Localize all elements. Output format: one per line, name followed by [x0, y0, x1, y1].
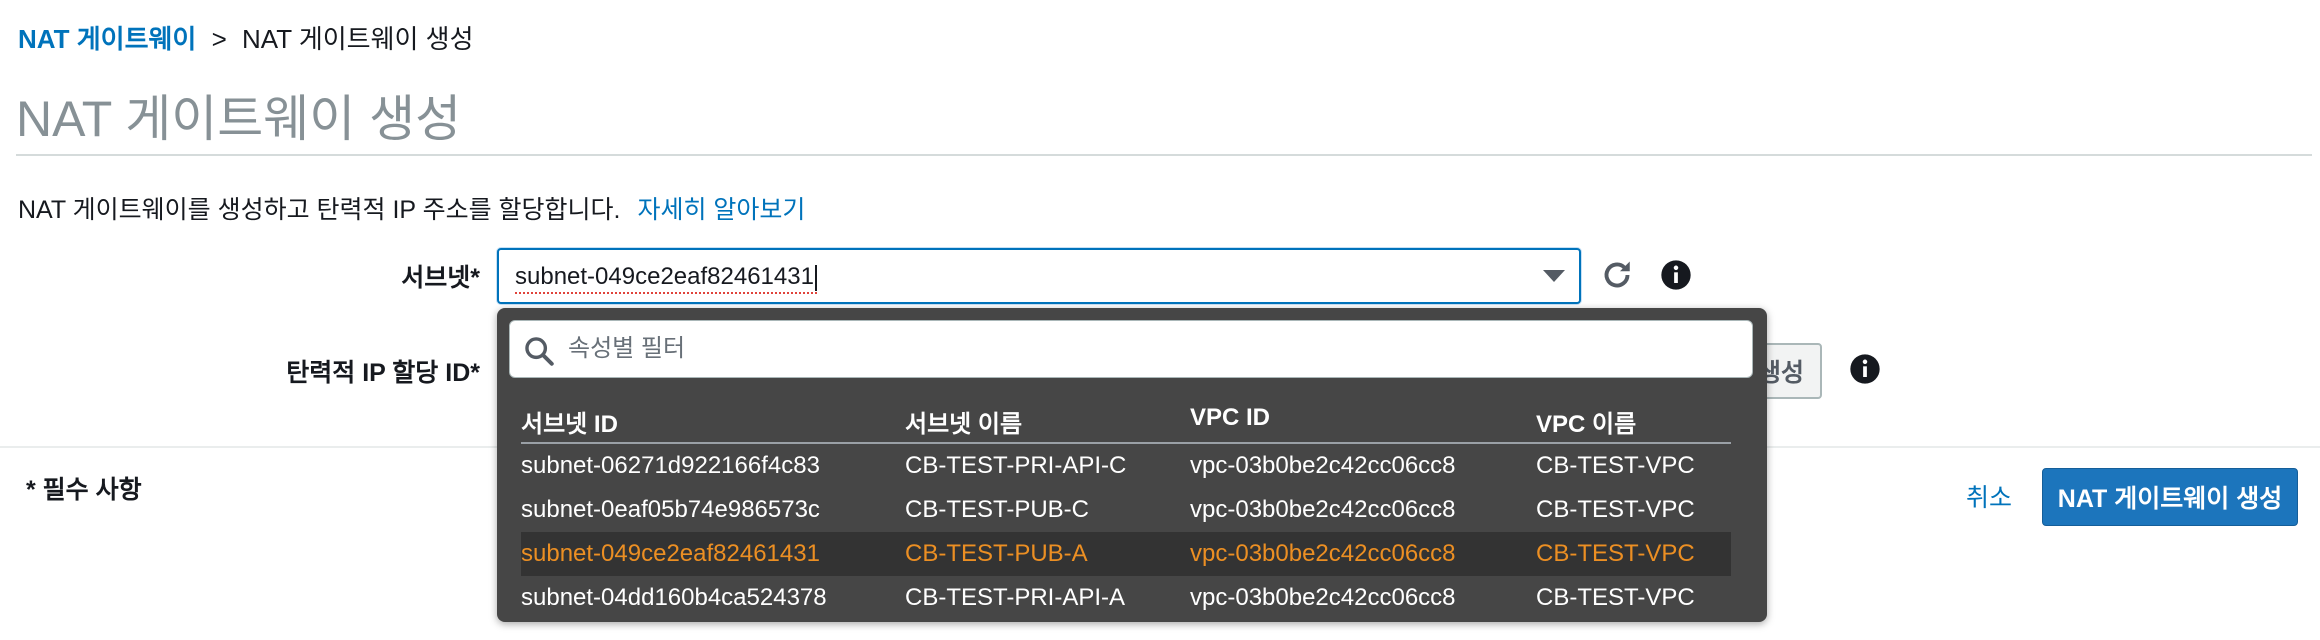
required-note: * 필수 사항	[26, 476, 142, 504]
search-icon	[525, 337, 554, 366]
breadcrumb-link-nat-gateways[interactable]: NAT 게이트웨이	[18, 24, 196, 54]
cell-vpc-name: CB-TEST-VPC	[1536, 584, 1695, 611]
text-cursor	[814, 264, 817, 291]
breadcrumb-current: NAT 게이트웨이 생성	[242, 24, 474, 54]
filter-input[interactable]	[566, 329, 1736, 369]
page-title: NAT 게이트웨이 생성	[16, 91, 462, 147]
create-nat-gateway-button[interactable]: NAT 게이트웨이 생성	[2042, 468, 2298, 526]
create-nat-gateway-page: NAT 게이트웨이 > NAT 게이트웨이 생성 NAT 게이트웨이 생성 NA…	[0, 0, 2320, 640]
cell-subnet-id: subnet-049ce2eaf82461431	[521, 540, 820, 567]
info-icon	[1850, 354, 1880, 384]
cell-vpc-id: vpc-03b0be2c42cc06cc8	[1190, 452, 1456, 479]
subnet-dropdown-panel: 서브넷 ID 서브넷 이름 VPC ID VPC 이름 subnet-06271…	[497, 308, 1767, 622]
cell-subnet-id: subnet-04dd160b4ca524378	[521, 584, 827, 611]
subnet-info-button[interactable]	[1656, 255, 1696, 295]
cell-vpc-id: vpc-03b0be2c42cc06cc8	[1190, 540, 1456, 567]
table-row[interactable]: subnet-04dd160b4ca524378 CB-TEST-PRI-API…	[521, 576, 1731, 620]
cell-subnet-name: CB-TEST-PRI-API-A	[905, 584, 1126, 611]
eip-info-button[interactable]	[1845, 349, 1885, 389]
title-divider	[16, 154, 2312, 156]
chevron-down-icon[interactable]	[1543, 270, 1565, 282]
breadcrumb-separator: >	[211, 24, 227, 54]
table-row[interactable]: subnet-06271d922166f4c83 CB-TEST-PRI-API…	[521, 444, 1731, 488]
cell-subnet-name: CB-TEST-PRI-API-C	[905, 452, 1127, 479]
subnet-select[interactable]: subnet-049ce2eaf82461431	[497, 248, 1581, 304]
table-row[interactable]: subnet-0eaf05b74e986573c CB-TEST-PUB-C v…	[521, 488, 1731, 532]
column-header-vpc-id[interactable]: VPC ID	[1190, 404, 1270, 432]
cell-subnet-name: CB-TEST-PUB-A	[905, 540, 1088, 567]
cell-vpc-name: CB-TEST-VPC	[1536, 452, 1695, 479]
column-header-subnet-id[interactable]: 서브넷 ID	[521, 404, 618, 439]
cell-subnet-id: subnet-0eaf05b74e986573c	[521, 496, 820, 523]
cell-vpc-name: CB-TEST-VPC	[1536, 496, 1695, 523]
page-description: NAT 게이트웨이를 생성하고 탄력적 IP 주소를 할당합니다. 자세히 알아…	[18, 194, 805, 226]
column-header-subnet-name[interactable]: 서브넷 이름	[905, 404, 1022, 439]
subnet-table: 서브넷 ID 서브넷 이름 VPC ID VPC 이름 subnet-06271…	[521, 392, 1731, 620]
subnet-label: 서브넷*	[401, 264, 480, 292]
table-header: 서브넷 ID 서브넷 이름 VPC ID VPC 이름	[521, 392, 1731, 444]
column-header-vpc-name[interactable]: VPC 이름	[1536, 404, 1636, 439]
refresh-icon	[1604, 261, 1630, 288]
subnet-select-value[interactable]: subnet-049ce2eaf82461431	[515, 262, 817, 294]
learn-more-link[interactable]: 자세히 알아보기	[637, 196, 805, 224]
table-row-selected[interactable]: subnet-049ce2eaf82461431 CB-TEST-PUB-A v…	[521, 532, 1731, 576]
eip-allocation-label: 탄력적 IP 할당 ID*	[286, 359, 480, 387]
cell-vpc-id: vpc-03b0be2c42cc06cc8	[1190, 496, 1456, 523]
info-icon	[1661, 260, 1691, 290]
cancel-button[interactable]: 취소	[1966, 478, 2012, 514]
filter-box[interactable]	[509, 320, 1753, 378]
cell-subnet-id: subnet-06271d922166f4c83	[521, 452, 820, 479]
description-text: NAT 게이트웨이를 생성하고 탄력적 IP 주소를 할당합니다.	[18, 196, 621, 224]
refresh-button[interactable]	[1597, 255, 1637, 295]
cell-vpc-name: CB-TEST-VPC	[1536, 540, 1695, 567]
cell-subnet-name: CB-TEST-PUB-C	[905, 496, 1090, 523]
cell-vpc-id: vpc-03b0be2c42cc06cc8	[1190, 584, 1456, 611]
breadcrumb: NAT 게이트웨이 > NAT 게이트웨이 생성	[18, 22, 474, 56]
